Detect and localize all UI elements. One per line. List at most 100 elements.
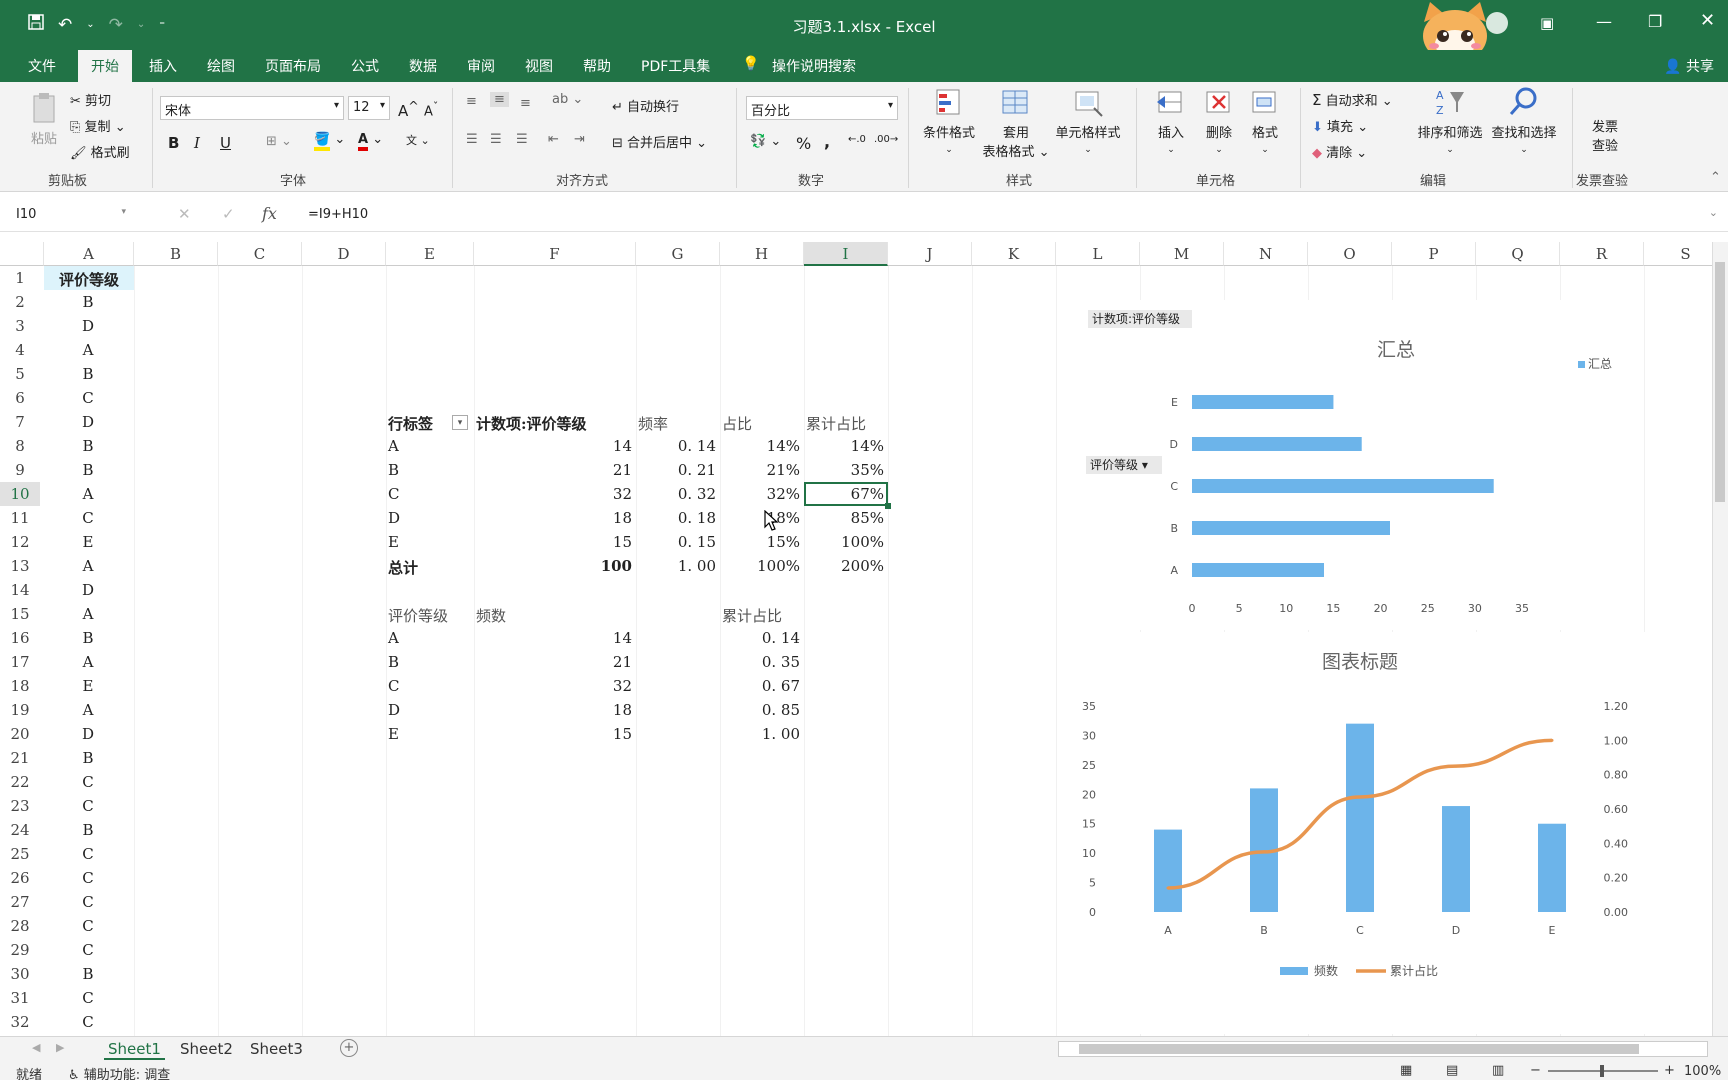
- pivot-cell[interactable]: C: [388, 482, 470, 506]
- row-header-15[interactable]: 15: [0, 602, 40, 626]
- grow-font-button[interactable]: A^: [398, 98, 419, 120]
- table-cell[interactable]: A: [46, 602, 130, 626]
- accessibility-status[interactable]: ♿ 辅助功能: 调查: [68, 1064, 170, 1080]
- orientation-button[interactable]: ab ⌄: [552, 92, 583, 107]
- tab-draw[interactable]: 绘图: [207, 56, 235, 76]
- delete-cells-button[interactable]: 删除 ⌄: [1196, 86, 1242, 156]
- cell-styles-button[interactable]: 单元格样式 ⌄: [1052, 86, 1124, 156]
- table-cell[interactable]: B: [46, 818, 130, 842]
- column-header-d[interactable]: D: [302, 242, 386, 266]
- tab-data[interactable]: 数据: [409, 56, 437, 76]
- pivot-total-cell[interactable]: 200%: [806, 554, 884, 578]
- column-header-e[interactable]: E: [386, 242, 474, 266]
- freq-header[interactable]: 累计占比: [722, 602, 800, 626]
- table-cell[interactable]: C: [46, 770, 130, 794]
- tab-home[interactable]: 开始: [78, 50, 132, 82]
- pivot-cell[interactable]: 0. 18: [638, 506, 716, 530]
- format-as-table-button[interactable]: 套用 表格格式 ⌄: [978, 86, 1054, 160]
- table-cell[interactable]: C: [46, 866, 130, 890]
- column-a-header[interactable]: 评价等级: [44, 266, 134, 290]
- lightbulb-icon[interactable]: 💡: [742, 56, 759, 72]
- table-cell[interactable]: C: [46, 986, 130, 1010]
- ribbon-display-icon[interactable]: ▣: [1540, 14, 1554, 32]
- row-header-28[interactable]: 28: [0, 914, 40, 938]
- table-cell[interactable]: D: [46, 314, 130, 338]
- zoom-out-icon[interactable]: −: [1530, 1063, 1541, 1078]
- freq-cell[interactable]: 0. 67: [722, 674, 800, 698]
- pivot-cell[interactable]: 15: [476, 530, 632, 554]
- insert-cells-button[interactable]: 插入 ⌄: [1148, 86, 1194, 156]
- decrease-decimal-button[interactable]: .00→: [874, 134, 898, 145]
- zoom-level[interactable]: 100%: [1684, 1064, 1721, 1079]
- row-header-31[interactable]: 31: [0, 986, 40, 1010]
- column-header-o[interactable]: O: [1308, 242, 1392, 266]
- table-cell[interactable]: B: [46, 746, 130, 770]
- row-header-23[interactable]: 23: [0, 794, 40, 818]
- insert-function-button[interactable]: fx: [262, 204, 277, 223]
- row-header-22[interactable]: 22: [0, 770, 40, 794]
- table-cell[interactable]: A: [46, 482, 130, 506]
- cut-button[interactable]: ✂ 剪切: [70, 90, 111, 109]
- row-header-10[interactable]: 10: [0, 482, 40, 506]
- table-cell[interactable]: A: [46, 554, 130, 578]
- pivot-bar-chart[interactable]: 计数项:评价等级汇总评价等级 ▾ A B C D E 0 5 10 15 20 25 30 35 汇总: [1082, 300, 1644, 630]
- row-header-3[interactable]: 3: [0, 314, 40, 338]
- fill-button[interactable]: ⬇ 填充 ⌄: [1312, 116, 1368, 135]
- column-header-i[interactable]: I: [804, 242, 888, 266]
- formula-input[interactable]: =I9+H10: [308, 207, 368, 222]
- pivot-cell[interactable]: 32%: [722, 482, 800, 506]
- freq-header[interactable]: 评价等级: [388, 602, 470, 626]
- table-cell[interactable]: C: [46, 842, 130, 866]
- tab-page-layout[interactable]: 页面布局: [265, 56, 321, 76]
- close-icon[interactable]: ✕: [1700, 10, 1715, 31]
- autosum-button[interactable]: Σ 自动求和 ⌄: [1312, 90, 1393, 109]
- zoom-slider[interactable]: [1548, 1065, 1658, 1077]
- freq-header[interactable]: 频数: [476, 602, 632, 626]
- row-header-30[interactable]: 30: [0, 962, 40, 986]
- zoom-in-icon[interactable]: +: [1664, 1063, 1675, 1078]
- column-header-q[interactable]: Q: [1476, 242, 1560, 266]
- row-header-20[interactable]: 20: [0, 722, 40, 746]
- row-header-4[interactable]: 4: [0, 338, 40, 362]
- freq-cell[interactable]: 15: [476, 722, 632, 746]
- selected-cell[interactable]: [804, 482, 888, 506]
- tab-formulas[interactable]: 公式: [351, 56, 379, 76]
- freq-cell[interactable]: C: [388, 674, 470, 698]
- table-cell[interactable]: B: [46, 962, 130, 986]
- freq-cell[interactable]: E: [388, 722, 470, 746]
- table-cell[interactable]: C: [46, 1010, 130, 1034]
- freq-cell[interactable]: A: [388, 626, 470, 650]
- format-cells-button[interactable]: 格式 ⌄: [1244, 86, 1286, 156]
- font-size-select[interactable]: 12 ▾: [348, 96, 390, 120]
- pivot-cell[interactable]: E: [388, 530, 470, 554]
- pivot-header[interactable]: 计数项:评价等级: [476, 410, 632, 434]
- table-cell[interactable]: C: [46, 386, 130, 410]
- table-cell[interactable]: B: [46, 626, 130, 650]
- freq-cell[interactable]: 1. 00: [722, 722, 800, 746]
- table-cell[interactable]: E: [46, 530, 130, 554]
- column-header-h[interactable]: H: [720, 242, 804, 266]
- table-cell[interactable]: C: [46, 506, 130, 530]
- find-select-button[interactable]: 查找和选择 ⌄: [1488, 86, 1560, 156]
- pivot-header[interactable]: 占比: [722, 410, 800, 434]
- row-header-27[interactable]: 27: [0, 890, 40, 914]
- align-center-button[interactable]: ☰: [490, 132, 502, 147]
- expand-formula-icon[interactable]: ⌄: [1709, 206, 1718, 219]
- increase-indent-button[interactable]: ⇥: [574, 132, 585, 147]
- pivot-cell[interactable]: B: [388, 458, 470, 482]
- table-cell[interactable]: B: [46, 362, 130, 386]
- collapse-ribbon-icon[interactable]: ⌃: [1710, 170, 1721, 185]
- pivot-total-cell[interactable]: 100: [476, 554, 632, 578]
- pivot-cell[interactable]: 15%: [722, 530, 800, 554]
- table-cell[interactable]: E: [46, 674, 130, 698]
- worksheet-grid[interactable]: ABCDEFGHIJKLMNOPQRS 1 2 3 4 5 6 7 8 9 10 11 12 13 14 1…: [0, 242, 1728, 1036]
- freq-cell[interactable]: 14: [476, 626, 632, 650]
- copy-button[interactable]: ⎘ 复制 ⌄: [70, 116, 126, 135]
- pivot-cell[interactable]: 32: [476, 482, 632, 506]
- table-cell[interactable]: A: [46, 650, 130, 674]
- table-cell[interactable]: A: [46, 698, 130, 722]
- bold-button[interactable]: B: [168, 134, 179, 152]
- column-header-k[interactable]: K: [972, 242, 1056, 266]
- tab-review[interactable]: 审阅: [467, 56, 495, 76]
- freq-cell[interactable]: 0. 14: [722, 626, 800, 650]
